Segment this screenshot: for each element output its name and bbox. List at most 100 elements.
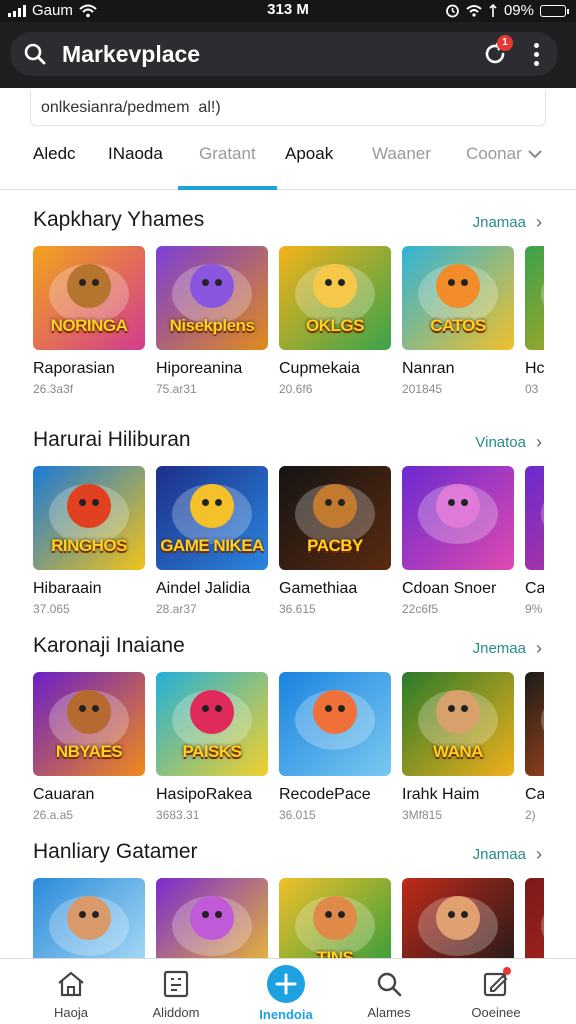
chevron-down-icon [528,150,542,159]
game-thumbnail: PACBY [279,466,391,570]
search-bar[interactable]: Markevplace 1 [10,32,558,76]
game-title: Gamethiaa [279,580,358,597]
game-card[interactable]: Hc 03 [525,246,544,396]
card-row: NBYAES Cauaran 26.a.a5 PAISKS HasipoRakea 368… [33,672,544,822]
game-card[interactable]: GAME NIKEA Aindel Jalidia 28.ar37 [156,466,268,616]
tab-1[interactable]: INaoda [108,144,163,186]
game-card[interactable]: NORINGA Raporasian 26.3a3f [33,246,145,396]
game-thumbnail: OKLGS [279,246,391,350]
home-icon [54,967,88,1001]
add-icon [267,965,305,1003]
game-meta: 28.ar37 [156,602,197,616]
game-title: Hc [525,360,544,377]
game-card[interactable]: PACBY Gamethiaa 36.615 [279,466,391,616]
chevron-right-icon: › [536,638,542,658]
game-meta: 03 [525,382,539,396]
search-icon[interactable] [22,41,48,67]
see-more-label: Jnemaa [472,640,526,657]
game-card[interactable]: NBYAES Cauaran 26.a.a5 [33,672,145,822]
character-art [67,264,111,308]
thumbnail-glow [541,264,544,324]
game-title: Aindel Jalidia [156,580,251,597]
see-more-link[interactable]: Jnamaa › [473,212,542,233]
nav-edit[interactable]: Ooeinee [446,967,546,1020]
game-card[interactable]: Ca 2) [525,672,544,822]
character-art [190,264,234,308]
character-art [190,484,234,528]
wifi-icon [466,5,482,17]
game-title: HasipoRakea [156,786,253,803]
active-tab-indicator [178,186,277,190]
character-art [67,896,111,940]
game-logo-text: PACBY [307,536,363,555]
character-art [67,690,111,734]
refresh-button[interactable]: 1 [480,35,513,69]
game-card[interactable]: RINGHOS Hibaraain 37.065 [33,466,145,616]
game-thumbnail: PAISKS [156,672,268,776]
game-title: Ca [525,786,544,803]
signal-icon [489,3,497,17]
game-card[interactable]: PAISKS HasipoRakea 3683.31 [156,672,268,822]
see-more-label: Vinatoa [475,434,526,451]
game-title: Raporasian [33,360,115,377]
tab-0[interactable]: Aledc [33,144,76,186]
see-more-link[interactable]: Vinatoa › [475,432,542,453]
chevron-right-icon: › [536,844,542,864]
game-meta: 3683.31 [156,808,200,822]
bottom-navigation: Haoja Aliddom Inendoia Alames Ooeinee [0,958,576,1024]
game-logo-text: GAME NIKEA [160,536,264,555]
game-card[interactable]: CATOS Nanran 201845 [402,246,514,396]
more-options-icon[interactable] [526,39,546,69]
nav-add[interactable]: Inendoia [236,965,336,1022]
tab-2[interactable]: Gratant [199,144,256,186]
game-thumbnail: RINGHOS [33,466,145,570]
card-row: RINGHOS Hibaraain 37.065 GAME NIKEA Aindel J… [33,466,544,616]
tab-5[interactable]: Coonar [466,144,542,164]
nav-home[interactable]: Haoja [21,967,121,1020]
character-art [313,690,357,734]
game-thumbnail: Nisekplens [156,246,268,350]
game-title: Hiporeanina [156,360,243,377]
game-logo-text: Nisekplens [169,316,255,335]
character-art [190,690,234,734]
game-card[interactable]: Cdoan Snoer 22c6f5 [402,466,514,616]
game-card[interactable]: Nisekplens Hiporeanina 75.ar31 [156,246,268,396]
character-art [67,484,111,528]
see-more-link[interactable]: Jnamaa › [473,844,542,865]
nav-library[interactable]: Aliddom [126,967,226,1020]
character-art [436,896,480,940]
game-card[interactable]: Ca 9% [525,466,544,616]
library-icon [159,967,193,1001]
game-thumbnail [279,672,391,776]
game-thumbnail [525,466,544,570]
see-more-link[interactable]: Jnemaa › [473,638,542,659]
character-art [313,264,357,308]
tab-5-label: Coonar [466,144,522,163]
character-art [436,264,480,308]
tab-4[interactable]: Waaner [372,144,431,186]
game-title: Hibaraain [33,580,102,597]
game-meta: 26.a.a5 [33,808,74,822]
chevron-right-icon: › [536,212,542,232]
battery-icon [540,4,569,17]
tab-3[interactable]: Apoak [285,144,333,186]
section-title: Kapkhary Yhames [33,208,205,231]
page-title: Markevplace [62,40,201,67]
search-input[interactable] [30,90,546,126]
thumbnail-glow [541,484,544,544]
game-card[interactable]: RecodePace 36.015 [279,672,391,822]
nav-search[interactable]: Alames [339,967,439,1020]
character-art [436,690,480,734]
game-meta: 20.6f6 [279,382,313,396]
game-meta: 22c6f5 [402,602,439,616]
character-art [313,484,357,528]
game-card[interactable]: WANA Irahk Haim 3Mf815 [402,672,514,822]
game-meta: 75.ar31 [156,382,197,396]
game-card[interactable]: OKLGS Cupmekaia 20.6f6 [279,246,391,396]
game-meta: 36.615 [279,602,316,616]
see-more-label: Jnamaa [472,846,526,863]
character-art [436,484,480,528]
nav-label-edit: Ooeinee [471,1005,521,1020]
alarm-icon [446,4,459,18]
notification-dot [503,967,511,975]
